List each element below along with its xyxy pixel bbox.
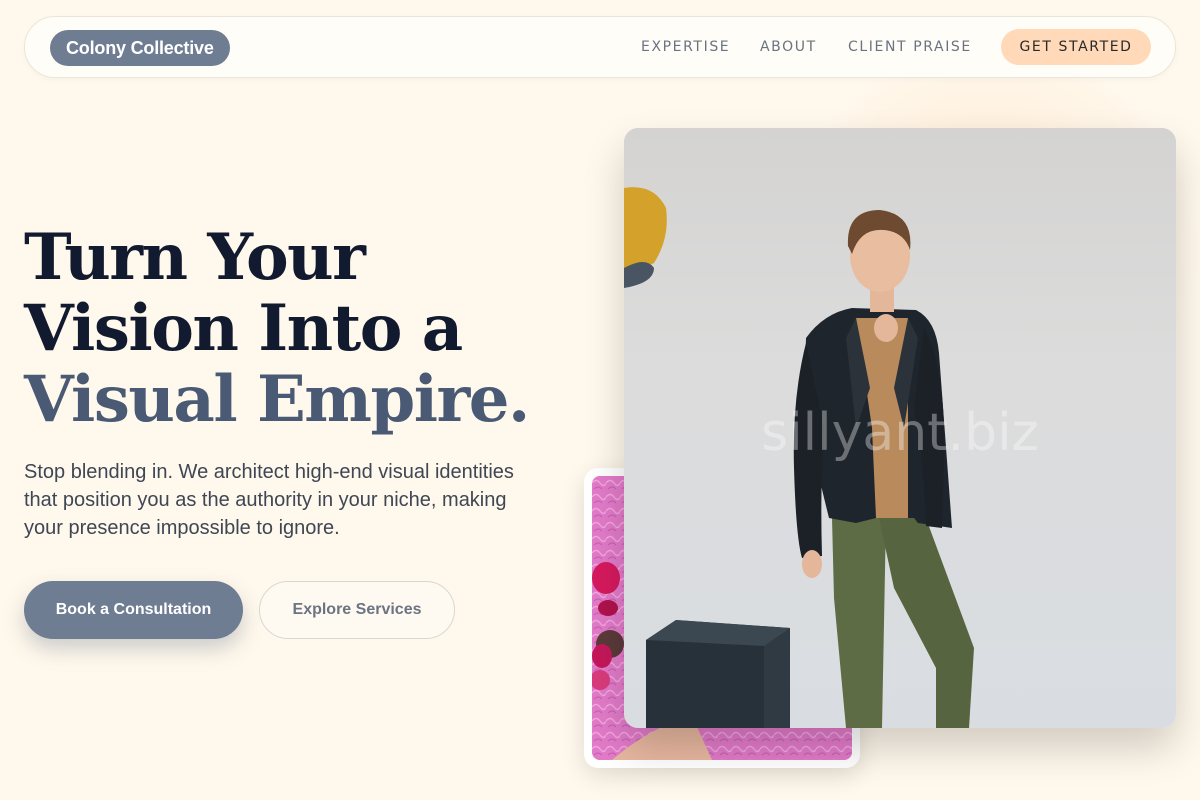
headline-line-1: Turn Your [24, 220, 366, 295]
watermark-text: sillyant.biz [761, 403, 1039, 463]
hero-subtitle: Stop blending in. We architect high-end … [24, 461, 514, 539]
headline-accent: Visual Empire. [24, 362, 530, 437]
top-navigation: Colony Collective EXPERTISE ABOUT CLIENT… [24, 16, 1176, 78]
nav-link-client-praise[interactable]: CLIENT PRAISE [848, 39, 972, 55]
explore-services-button[interactable]: Explore Services [259, 581, 455, 639]
hero-headline: Turn Your Vision Into a Visual Empire. [24, 222, 564, 435]
nav-link-about[interactable]: ABOUT [760, 39, 817, 55]
get-started-button[interactable]: GET STARTED [1001, 29, 1151, 65]
book-consultation-button[interactable]: Book a Consultation [24, 581, 243, 639]
headline-line-2: Vision Into a [24, 291, 463, 366]
man-in-black-blazer-photo: sillyant.biz [624, 128, 1176, 728]
nav-link-expertise[interactable]: EXPERTISE [641, 39, 730, 55]
brand-logo[interactable]: Colony Collective [50, 30, 230, 66]
